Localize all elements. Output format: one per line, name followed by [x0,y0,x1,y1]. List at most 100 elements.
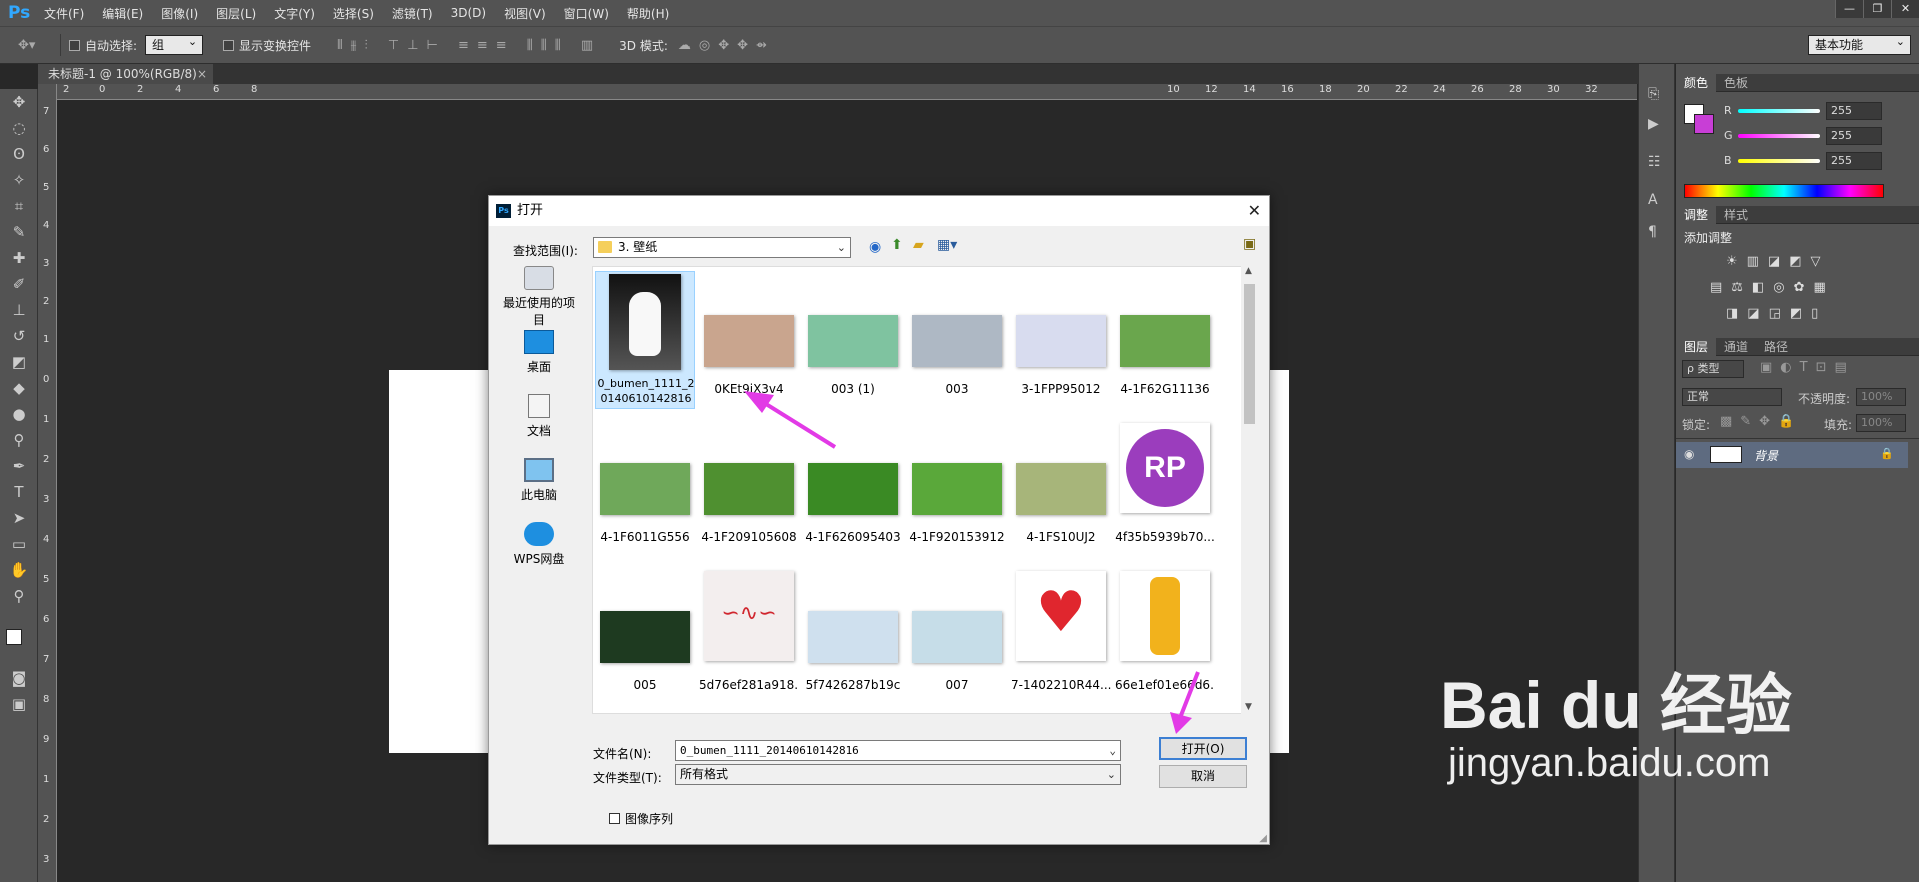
file-item[interactable]: 4-1F6011G556 [595,419,695,559]
file-item[interactable]: RP 4f35b5939b70... [1115,419,1215,559]
scrollbar-thumb[interactable] [1244,284,1255,424]
color-spectrum-bar[interactable] [1684,184,1884,198]
file-list[interactable]: 0_bumen_1111_20140610142816 0KEt9jX3v4 003… [592,266,1244,714]
lock-icons[interactable]: ▩✎✥🔒 [1720,414,1802,429]
paint-bucket-icon[interactable]: ◆ [6,379,32,401]
folder-star-icon[interactable]: ▣ [1243,236,1256,252]
document-tab[interactable]: 未标题-1 @ 100%(RGB/8) × [38,64,213,84]
menu-view[interactable]: 视图(V) [504,5,546,22]
tab-paths[interactable]: 路径 [1756,338,1796,356]
tab-color[interactable]: 颜色 [1676,74,1717,92]
close-tab-icon[interactable]: × [197,64,207,84]
file-item[interactable]: 4-1F209105608 [699,419,799,559]
look-in-dropdown[interactable]: 3. 壁纸 ⌄ [593,237,851,258]
pen-tool-icon[interactable]: ✒ [6,457,32,479]
fill-value[interactable]: 100% [1856,414,1906,432]
menu-help[interactable]: 帮助(H) [627,5,669,22]
b-slider[interactable] [1738,159,1820,163]
color-background-swatch[interactable] [1694,114,1714,134]
move-tool-icon[interactable]: ✥▾ [18,38,52,53]
file-item[interactable]: 66e1ef01e66d6... [1115,567,1215,707]
character-panel-icon[interactable]: A [1648,192,1658,208]
place-this-pc[interactable]: 此电脑 [499,458,579,503]
g-value[interactable]: 255 [1826,127,1882,145]
restore-button[interactable]: ❐ [1863,0,1891,18]
auto-select-dropdown[interactable]: 组 [145,33,204,55]
file-item[interactable]: 3-1FPP95012 [1011,271,1111,411]
menu-image[interactable]: 图像(I) [161,5,198,22]
eyedropper-icon[interactable]: ✎ [6,223,32,245]
clone-stamp-icon[interactable]: ⊥ [6,301,32,323]
menu-layer[interactable]: 图层(L) [216,5,256,22]
image-sequence-option[interactable]: 图像序列 [609,810,673,827]
foreground-color-swatch[interactable] [6,629,22,645]
crop-tool-icon[interactable]: ⌗ [6,197,32,219]
place-desktop[interactable]: 桌面 [499,330,579,375]
properties-panel-icon[interactable]: ☷ [1648,154,1661,170]
tab-styles[interactable]: 样式 [1716,206,1756,224]
cancel-button[interactable]: 取消 [1159,765,1247,788]
new-folder-icon[interactable]: ▰ [913,237,924,253]
dodge-tool-icon[interactable]: ⚲ [6,431,32,453]
resize-grip-icon[interactable]: ◢ [1259,833,1267,844]
b-value[interactable]: 255 [1826,152,1882,170]
tab-layers[interactable]: 图层 [1676,338,1717,356]
file-item[interactable]: 003 (1) [803,271,903,411]
blend-mode-dropdown[interactable]: 正常 [1682,388,1782,406]
hand-tool-icon[interactable]: ✋ [6,561,32,583]
file-item[interactable]: 0KEt9jX3v4 [699,271,799,411]
r-value[interactable]: 255 [1826,102,1882,120]
file-item[interactable]: 007 [907,567,1007,707]
show-transform-checkbox[interactable] [223,39,235,51]
back-icon[interactable]: ◉ [869,239,881,255]
paragraph-panel-icon[interactable]: ¶ [1648,224,1657,240]
place-recent[interactable]: 最近使用的项目 [499,266,579,328]
3d-mode-icons[interactable]: ☁◎✥✥⇴ [678,38,775,53]
filetype-dropdown[interactable]: 所有格式 ⌄ [675,764,1121,785]
menu-window[interactable]: 窗口(W) [564,5,609,22]
file-item[interactable]: 4-1F920153912 [907,419,1007,559]
marquee-tool-icon[interactable]: ◌ [6,119,32,141]
zoom-tool-icon[interactable]: ⚲ [6,587,32,609]
menu-select[interactable]: 选择(S) [333,5,374,22]
file-item[interactable]: 005 [595,567,695,707]
file-item[interactable]: 0_bumen_1111_20140610142816 [595,271,695,409]
path-select-icon[interactable]: ➤ [6,509,32,531]
tab-adjustments[interactable]: 调整 [1676,206,1717,224]
file-item[interactable]: 4-1F62G11136 [1115,271,1215,411]
menu-file[interactable]: 文件(F) [44,5,84,22]
file-item[interactable]: ∽∿∽ 5d76ef281a918... [699,567,799,707]
file-item[interactable]: ♥ 7-1402210R44... [1011,567,1111,707]
minimize-button[interactable]: — [1835,0,1863,18]
workspace-dropdown[interactable]: 基本功能 [1808,33,1911,55]
view-menu-icon[interactable]: ▦▾ [937,237,957,253]
quick-mask-icon[interactable]: ◙ [6,669,32,691]
adjustment-icons-row1[interactable]: ☀▥◪◩▽ [1726,254,1830,269]
file-item[interactable]: 003 [907,271,1007,411]
up-folder-icon[interactable]: ⬆ [891,237,903,253]
adjustment-icons-row3[interactable]: ◨◪◲◩▯ [1726,306,1827,321]
history-panel-icon[interactable]: ⎘ [1648,86,1659,102]
file-item[interactable]: 4-1FS10UJ2 [1011,419,1111,559]
menu-type[interactable]: 文字(Y) [274,5,315,22]
adjustment-icons-row2[interactable]: ▤⚖◧◎✿▦ [1710,280,1835,295]
rectangle-tool-icon[interactable]: ▭ [6,535,32,557]
menu-edit[interactable]: 编辑(E) [102,5,143,22]
filename-input[interactable]: 0_bumen_1111_20140610142816 ⌄ [675,740,1121,761]
screen-mode-icon[interactable]: ▣ [6,695,32,717]
align-icons[interactable]: ⫴⫵⫶ ⊤⊥⊢ ≡≡≡ ⫼⫼⫼ ▥ [337,38,601,53]
place-wps[interactable]: WPS网盘 [499,522,579,567]
actions-panel-icon[interactable]: ▶ [1648,116,1659,132]
file-list-scrollbar[interactable]: ▲ ▼ [1241,266,1258,714]
file-item[interactable]: 5f7426287b19c [803,567,903,707]
history-brush-icon[interactable]: ↺ [6,327,32,349]
magic-wand-icon[interactable]: ✧ [6,171,32,193]
dialog-close-icon[interactable]: ✕ [1248,201,1261,220]
healing-brush-icon[interactable]: ✚ [6,249,32,271]
background-layer-row[interactable]: ◉ 背景 🔒 [1676,442,1908,468]
tab-swatches[interactable]: 色板 [1716,74,1756,92]
menu-3d[interactable]: 3D(D) [451,6,486,20]
blur-tool-icon[interactable]: ● [6,405,32,427]
eraser-tool-icon[interactable]: ◩ [6,353,32,375]
close-window-button[interactable]: ✕ [1891,0,1919,18]
